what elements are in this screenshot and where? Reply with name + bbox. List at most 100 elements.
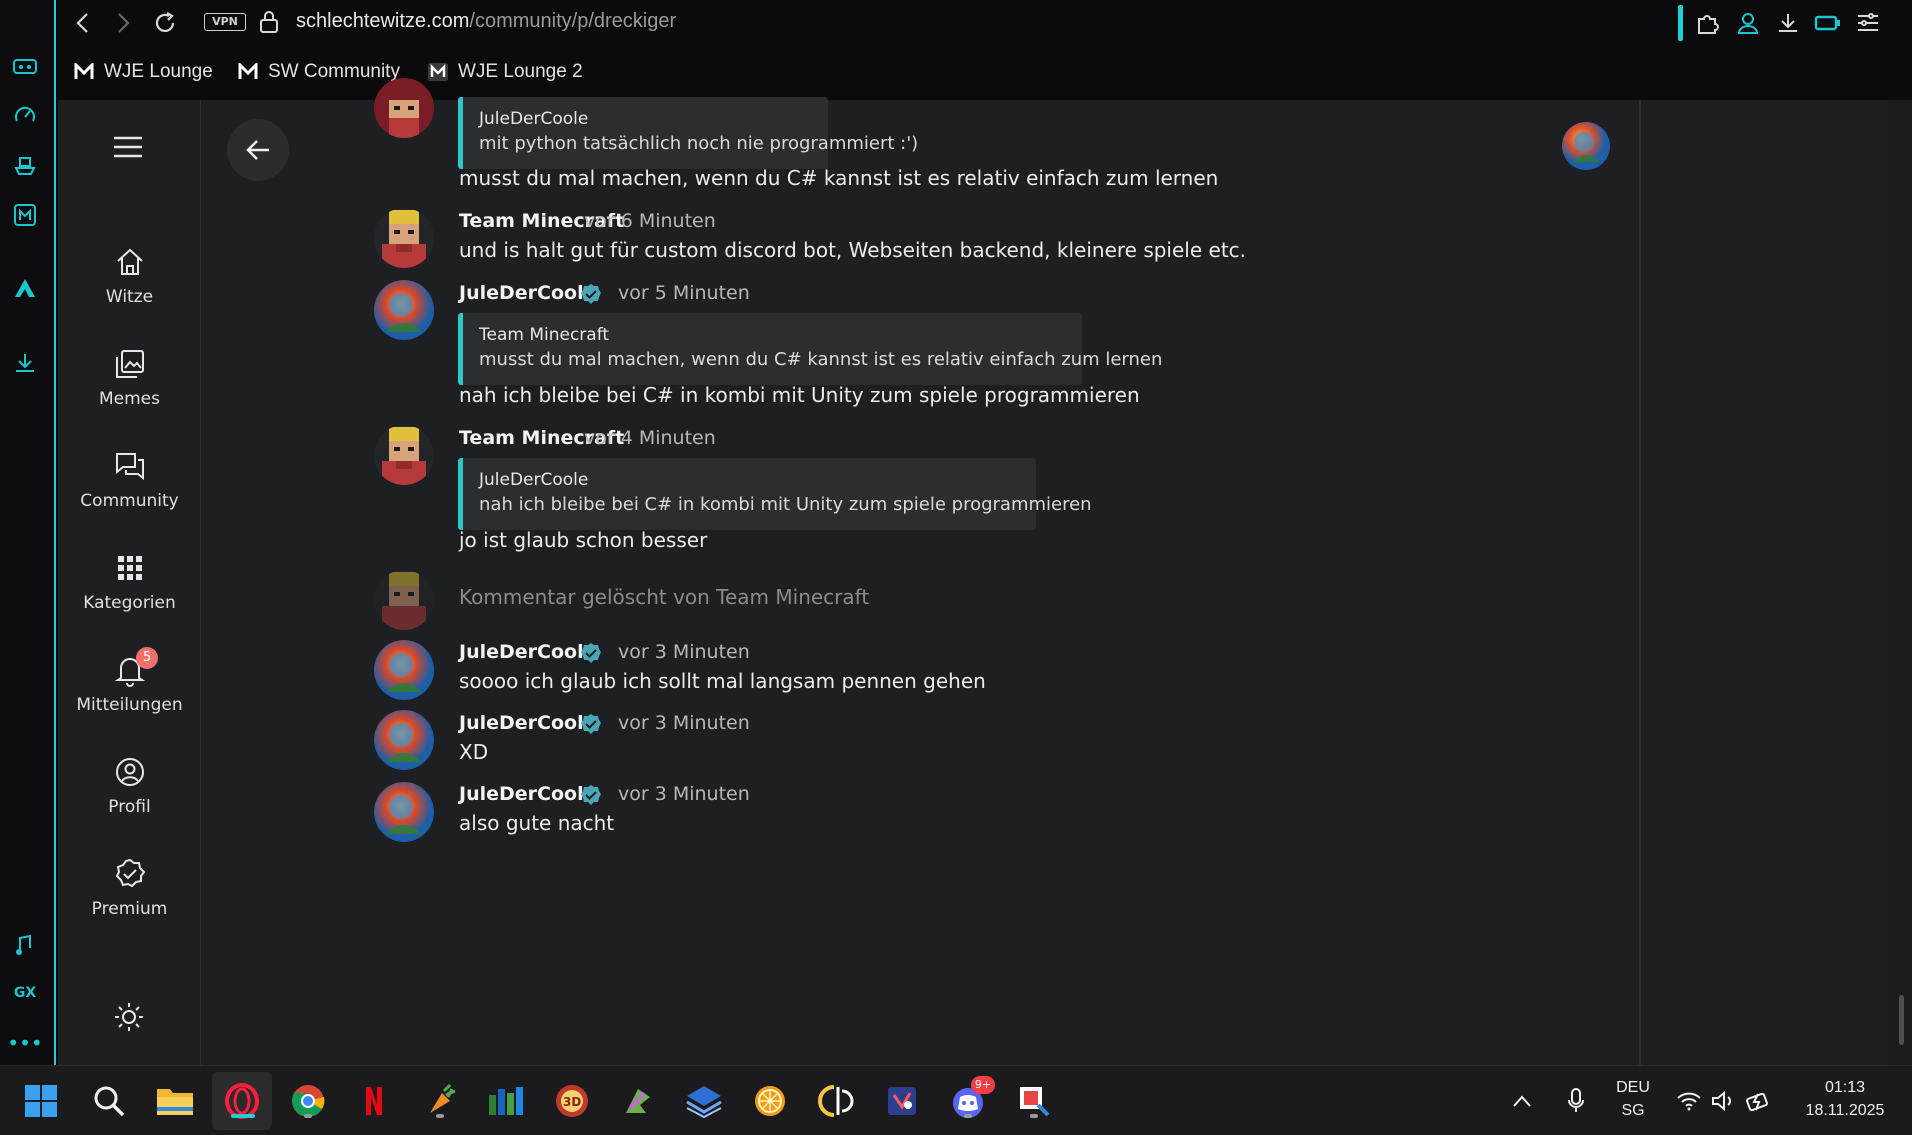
layers-app-icon[interactable] — [683, 1080, 725, 1122]
snipping-tool-icon[interactable] — [1013, 1080, 1055, 1122]
comment-author[interactable]: JuleDerCoole — [459, 712, 596, 734]
comment-author[interactable]: JuleDerCoole — [459, 641, 596, 663]
extensions-icon[interactable] — [1694, 10, 1722, 36]
windows-taskbar: 3D 9+ DEU SG 01:13 18.11.2025 — [0, 1065, 1912, 1135]
address-bar[interactable]: schlechtewitze.com/community/p/dreckiger — [296, 10, 676, 33]
chevron-up-icon[interactable] — [1506, 1080, 1538, 1122]
avatar[interactable] — [374, 425, 434, 485]
gx-aria-icon[interactable] — [10, 273, 40, 303]
bookmark-label: SW Community — [268, 61, 400, 82]
gx-music-icon[interactable] — [10, 930, 40, 960]
clock-date[interactable]: 18.11.2025 — [1790, 1102, 1900, 1120]
content-divider — [1639, 100, 1641, 1065]
easy-setup-icon[interactable] — [1854, 10, 1882, 36]
reload-icon[interactable] — [150, 8, 180, 38]
opera-gx-icon[interactable] — [221, 1080, 263, 1122]
verified-badge-icon — [581, 785, 601, 805]
gx-logo-icon[interactable]: GX — [10, 978, 40, 1008]
hamburger-menu-icon[interactable] — [112, 135, 144, 159]
game-app-icon[interactable] — [881, 1080, 923, 1122]
deleted-comment-notice: Kommentar gelöscht von Team Minecraft — [459, 585, 870, 609]
file-explorer-icon[interactable] — [154, 1080, 196, 1122]
keyboard-layout[interactable]: SG — [1612, 1102, 1654, 1120]
comment-time: vor 3 Minuten — [618, 641, 750, 663]
notification-count-badge: 5 — [136, 647, 158, 669]
bookmark-wje-lounge[interactable]: WJE Lounge — [74, 60, 213, 84]
theme-toggle-sun-icon[interactable] — [112, 1000, 146, 1034]
running-indicator — [964, 1114, 972, 1118]
comment-author[interactable]: JuleDerCoole — [459, 783, 596, 805]
gx-controller-icon[interactable] — [10, 52, 40, 82]
downloads-icon[interactable] — [1774, 10, 1802, 36]
quoted-author: JuleDerCoole — [479, 109, 589, 129]
comment-text: XD — [459, 740, 489, 764]
input-language[interactable]: DEU — [1612, 1079, 1654, 1097]
quoted-reply: Team Minecraft musst du mal machen, wenn… — [458, 313, 1162, 385]
scrollbar-thumb[interactable] — [1899, 995, 1904, 1045]
bookmark-wje-lounge-2[interactable]: WJE Lounge 2 — [428, 60, 583, 84]
microphone-icon[interactable] — [1560, 1080, 1592, 1122]
avatar[interactable] — [374, 78, 434, 138]
comment-author[interactable]: JuleDerCoole — [459, 282, 596, 304]
comment-text: also gute nacht — [459, 811, 615, 835]
page-scrollbar[interactable] — [1888, 100, 1912, 1065]
user-avatar[interactable] — [1562, 122, 1610, 170]
bar-chart-app-icon[interactable] — [485, 1080, 527, 1122]
avatar[interactable] — [374, 710, 434, 770]
wifi-icon[interactable] — [1674, 1080, 1704, 1122]
lock-icon[interactable] — [258, 10, 280, 34]
gx-boat-icon[interactable] — [10, 150, 40, 180]
nav-item-memes[interactable]: Memes — [58, 347, 201, 427]
avatar[interactable] — [374, 782, 434, 842]
user-circle-icon — [115, 758, 144, 786]
nav-item-premium[interactable]: Premium — [58, 857, 201, 937]
quoted-text: mit python tatsächlich noch nie programm… — [479, 133, 919, 154]
comment-time: vor 5 Minuten — [618, 282, 750, 304]
comment-text: musst du mal machen, wenn du C# kannst i… — [459, 166, 1219, 190]
account-icon[interactable] — [1734, 10, 1762, 36]
plant-app-icon[interactable] — [617, 1080, 659, 1122]
avatar[interactable] — [374, 640, 434, 700]
windows-start-icon[interactable] — [20, 1080, 62, 1122]
clock-time[interactable]: 01:13 — [1790, 1079, 1900, 1097]
gx-download-icon[interactable] — [10, 348, 40, 378]
verified-badge-icon — [581, 643, 601, 663]
nav-item-mitteilungen[interactable]: 5 Mitteilungen — [58, 647, 201, 733]
bookmark-label: WJE Lounge 2 — [458, 61, 583, 82]
nav-item-community[interactable]: Community — [58, 449, 201, 529]
chrome-icon[interactable] — [287, 1080, 329, 1122]
website-viewport: Witze Memes Community Kategorien 5 Mitte… — [58, 78, 1912, 1065]
running-indicator — [231, 1114, 255, 1118]
volume-icon[interactable] — [1708, 1080, 1738, 1122]
battery-saver-icon[interactable] — [1814, 10, 1842, 36]
3d-app-icon[interactable]: 3D — [551, 1080, 593, 1122]
gx-speed-icon[interactable] — [10, 100, 40, 130]
nav-label: Witze — [105, 287, 154, 307]
carrot-app-icon[interactable] — [419, 1080, 461, 1122]
gx-m-icon[interactable] — [10, 200, 40, 230]
badge-check-icon — [115, 858, 145, 888]
quoted-author: Team Minecraft — [479, 325, 610, 345]
nav-item-profil[interactable]: Profil — [58, 755, 201, 835]
nav-item-kategorien[interactable]: Kategorien — [58, 551, 201, 631]
discord-icon[interactable]: 9+ — [947, 1076, 995, 1122]
orange-app-icon[interactable] — [749, 1080, 791, 1122]
forward-nav-icon[interactable] — [108, 8, 138, 38]
avatar[interactable] — [374, 280, 434, 340]
vpn-badge[interactable]: VPN — [204, 13, 246, 31]
gx-more-icon[interactable]: ••• — [7, 1028, 42, 1058]
back-button[interactable] — [227, 119, 289, 181]
nav-item-witze[interactable]: Witze — [58, 245, 201, 325]
battery-charging-icon[interactable] — [1744, 1080, 1774, 1122]
nav-label: Community — [80, 491, 179, 511]
comment-time: vor 3 Minuten — [618, 783, 750, 805]
netflix-icon[interactable] — [353, 1080, 395, 1122]
search-icon[interactable] — [88, 1080, 130, 1122]
bookmark-sw-community[interactable]: SW Community — [238, 60, 400, 84]
home-icon — [116, 248, 143, 275]
bracket-app-icon[interactable] — [815, 1080, 857, 1122]
grid-icon — [117, 556, 142, 580]
avatar[interactable] — [374, 208, 434, 268]
back-nav-icon[interactable] — [68, 8, 98, 38]
site-navigation: Witze Memes Community Kategorien 5 Mitte… — [58, 100, 201, 1065]
